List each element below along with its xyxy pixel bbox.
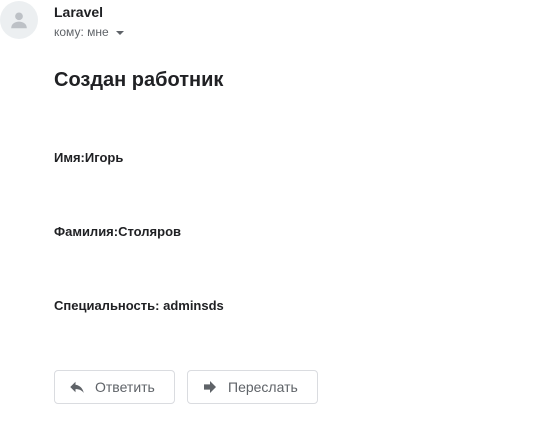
message-title: Создан работник bbox=[54, 69, 224, 91]
sender-name[interactable]: Laravel bbox=[54, 4, 103, 20]
forward-icon bbox=[200, 377, 220, 397]
recipient-details-toggle[interactable]: кому: мне bbox=[54, 25, 124, 39]
employee-surname-field: Фамилия:Столяров bbox=[54, 224, 182, 239]
caret-down-icon bbox=[115, 30, 124, 35]
employee-name-field: Имя:Игорь bbox=[54, 150, 124, 165]
employee-specialty-field: Специальность: adminsds bbox=[54, 298, 224, 313]
reply-label: Ответить bbox=[95, 379, 155, 395]
recipient-label: кому: мне bbox=[54, 25, 109, 39]
forward-button[interactable]: Переслать bbox=[187, 370, 318, 404]
person-icon bbox=[11, 12, 27, 29]
reply-button[interactable]: Ответить bbox=[54, 370, 175, 404]
sender-avatar[interactable] bbox=[0, 1, 38, 39]
reply-icon bbox=[67, 377, 87, 397]
forward-label: Переслать bbox=[228, 379, 298, 395]
